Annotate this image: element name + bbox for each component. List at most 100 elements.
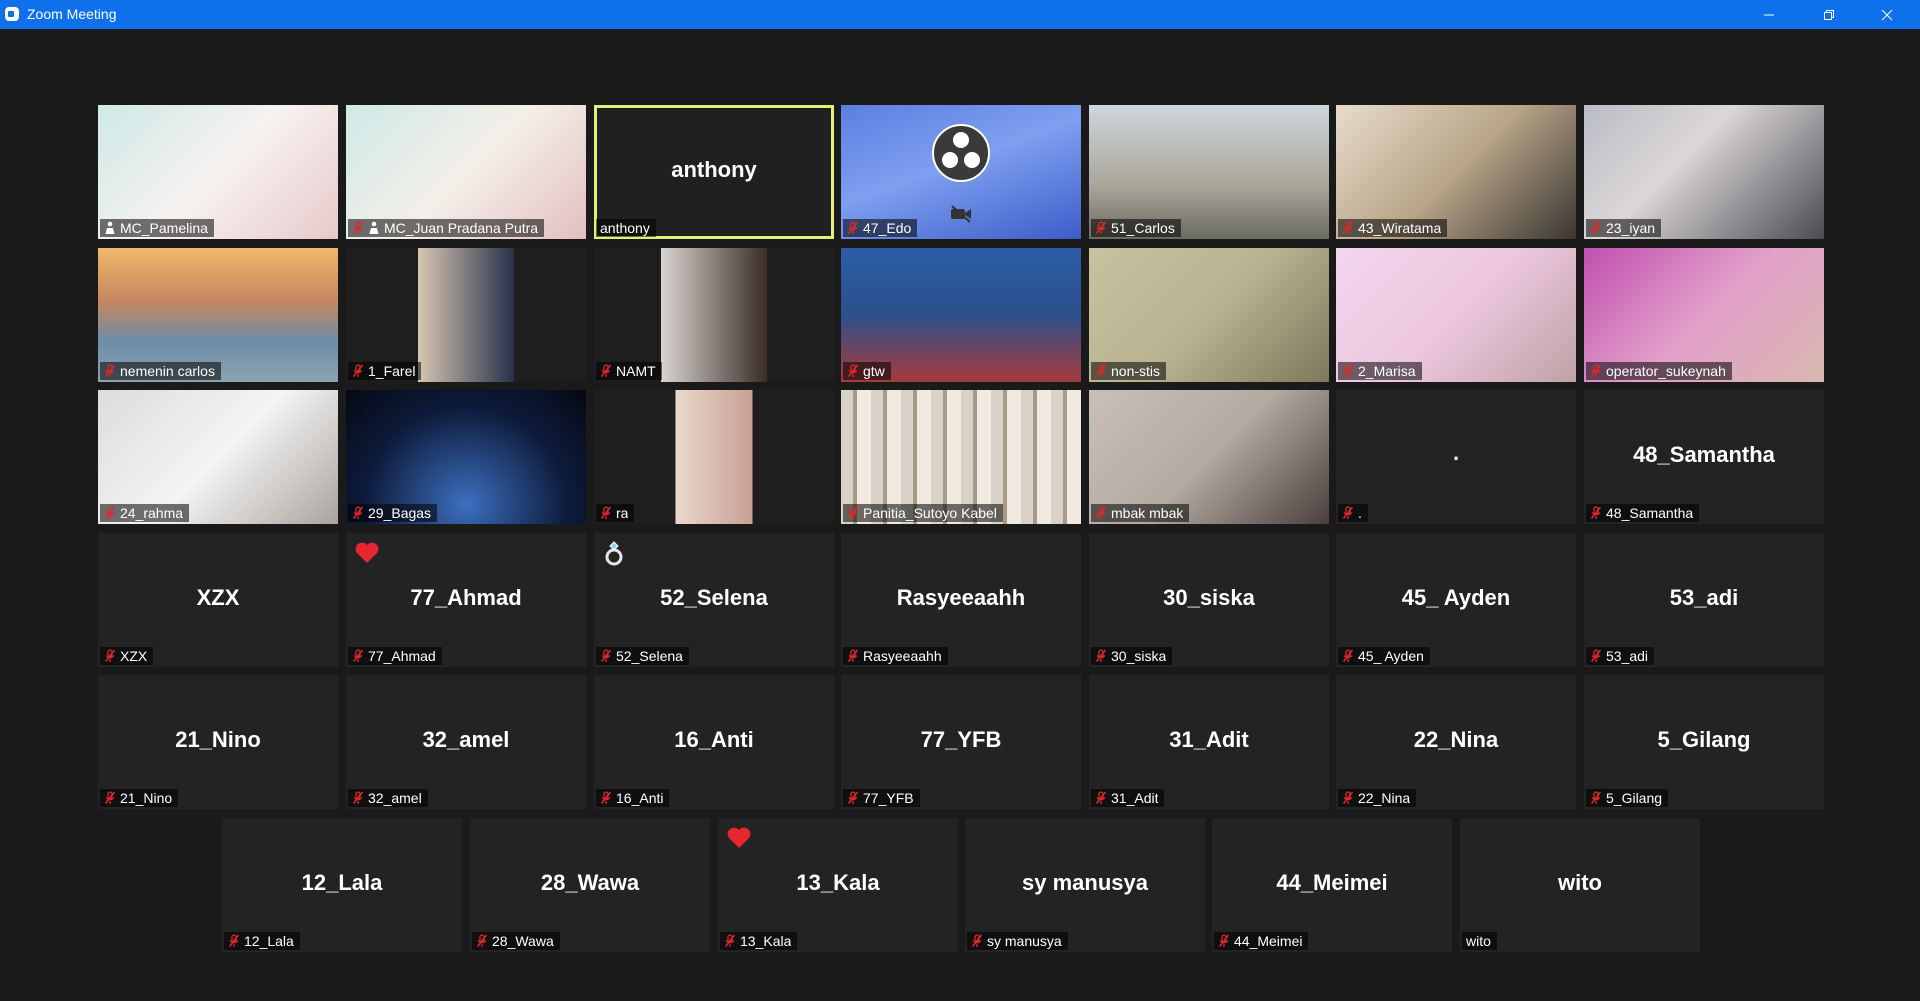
participant-display-name: 31_Adit <box>1169 727 1249 752</box>
participant-display-name: 22_Nina <box>1413 727 1499 752</box>
participant-tile[interactable]: 43_Wiratama <box>1336 105 1576 239</box>
participant-tile[interactable]: 45_ Ayden 45_ Ayden <box>1336 533 1576 667</box>
participant-name: 5_Gilang <box>1606 790 1663 806</box>
participant-tile[interactable]: 44_Meimei 44_Meimei <box>1212 818 1452 952</box>
participant-display-name: 5_Gilang <box>1657 727 1751 752</box>
muted-mic-icon <box>104 791 116 804</box>
participant-tile[interactable]: anthony anthony <box>594 105 834 239</box>
muted-mic-icon <box>1342 649 1354 662</box>
participant-display-name: 53_adi <box>1669 585 1739 610</box>
participant-name: 47_Edo <box>863 220 912 236</box>
muted-mic-icon <box>847 364 859 377</box>
participant-tile[interactable]: XZX XZX <box>98 533 338 667</box>
participant-tile[interactable]: 31_Adit 31_Adit <box>1089 675 1329 809</box>
spotlight-person-icon <box>369 221 379 234</box>
participant-name: anthony <box>600 220 650 236</box>
participant-name-bar: 23_iyan <box>1586 219 1662 237</box>
participant-tile[interactable]: gtw <box>841 248 1081 382</box>
participant-tile[interactable]: 32_amel 32_amel <box>346 675 586 809</box>
participant-name: 29_Bagas <box>368 505 432 521</box>
muted-mic-icon <box>352 649 364 662</box>
heart-reaction-icon <box>726 826 752 854</box>
participant-tile[interactable]: 24_rahma <box>98 390 338 524</box>
muted-mic-icon <box>847 649 859 662</box>
muted-mic-icon <box>1342 364 1354 377</box>
participant-tile[interactable]: operator_sukeynah <box>1584 248 1824 382</box>
participant-name: 12_Lala <box>244 933 294 949</box>
participant-name-bar: 1_Farel <box>348 362 422 380</box>
muted-mic-icon <box>600 364 612 377</box>
participant-name: operator_sukeynah <box>1606 363 1726 379</box>
participant-tile[interactable]: 22_Nina 22_Nina <box>1336 675 1576 809</box>
participant-name: XZX <box>120 648 148 664</box>
participant-name: 21_Nino <box>120 790 173 806</box>
participant-tile[interactable]: MC_Pamelina <box>98 105 338 239</box>
participant-tile[interactable]: Rasyeeaahh Rasyeeaahh <box>841 533 1081 667</box>
participant-tile[interactable]: 29_Bagas <box>346 390 586 524</box>
participant-tile[interactable]: 23_iyan <box>1584 105 1824 239</box>
participant-display-name: 45_ Ayden <box>1401 585 1511 610</box>
participant-tile[interactable]: 28_Wawa 28_Wawa <box>470 818 710 952</box>
participant-tile[interactable]: 1_Farel <box>346 248 586 382</box>
participant-name: 23_iyan <box>1606 220 1656 236</box>
participant-name-bar: 77_Ahmad <box>348 647 442 665</box>
participant-name-bar: 16_Anti <box>596 789 670 807</box>
participant-name: 53_adi <box>1606 648 1649 664</box>
participant-tile[interactable]: 16_Anti 16_Anti <box>594 675 834 809</box>
participant-tile[interactable]: 13_Kala 13_Kala <box>718 818 958 952</box>
participant-tile[interactable]: MC_Juan Pradana Putra <box>346 105 586 239</box>
muted-mic-icon <box>847 506 859 519</box>
participant-tile[interactable]: 77_YFB 77_YFB <box>841 675 1081 809</box>
spotlight-person-icon <box>105 221 115 234</box>
participant-tile[interactable]: 2_Marisa <box>1336 248 1576 382</box>
participant-tile[interactable]: 48_Samantha 48_Samantha <box>1584 390 1824 524</box>
participant-tile[interactable]: sy manusya sy manusya <box>965 818 1205 952</box>
participant-name-bar: operator_sukeynah <box>1586 362 1732 380</box>
participant-name-bar: gtw <box>843 362 891 380</box>
participant-tile[interactable]: 5_Gilang 5_Gilang <box>1584 675 1824 809</box>
participant-tile[interactable]: Panitia_Sutoyo Kabel <box>841 390 1081 524</box>
participant-name: 16_Anti <box>616 790 664 806</box>
participant-name: Panitia_Sutoyo Kabel <box>863 505 997 521</box>
participant-name-bar: sy manusya <box>967 932 1068 950</box>
muted-mic-icon <box>1590 364 1602 377</box>
participant-tile[interactable]: NAMT <box>594 248 834 382</box>
participant-name-bar: nemenin carlos <box>100 362 221 380</box>
participant-tile[interactable]: nemenin carlos <box>98 248 338 382</box>
participant-name: nemenin carlos <box>120 363 215 379</box>
participant-name-bar: 30_siska <box>1091 647 1173 665</box>
participant-tile[interactable]: 21_Nino 21_Nino <box>98 675 338 809</box>
participant-display-name: XZX <box>196 585 240 610</box>
muted-mic-icon <box>1590 221 1602 234</box>
participant-name: 48_Samantha <box>1606 505 1694 521</box>
participant-tile[interactable]: .. <box>1336 390 1576 524</box>
muted-mic-icon <box>600 649 612 662</box>
participant-tile[interactable]: 77_Ahmad 77_Ahmad <box>346 533 586 667</box>
participant-name-bar: 31_Adit <box>1091 789 1165 807</box>
participant-tile[interactable]: non-stis <box>1089 248 1329 382</box>
participant-tile[interactable]: mbak mbak <box>1089 390 1329 524</box>
participant-name-bar: 28_Wawa <box>472 932 560 950</box>
participant-tile[interactable]: 12_Lala 12_Lala <box>222 818 462 952</box>
participant-tile[interactable]: 52_Selena 52_Selena <box>594 533 834 667</box>
participant-name: MC_Juan Pradana Putra <box>384 220 539 236</box>
participant-display-name: 16_Anti <box>674 727 754 752</box>
participant-tile[interactable]: 53_adi 53_adi <box>1584 533 1824 667</box>
participant-tile[interactable]: 30_siska 30_siska <box>1089 533 1329 667</box>
participant-name: 28_Wawa <box>492 933 554 949</box>
participant-name: mbak mbak <box>1111 505 1184 521</box>
participant-name-bar: 22_Nina <box>1338 789 1417 807</box>
participant-tile[interactable]: wito wito <box>1460 818 1700 952</box>
participant-name-bar: XZX <box>100 647 154 665</box>
participant-display-name: 30_siska <box>1163 585 1255 610</box>
participant-name-bar: Panitia_Sutoyo Kabel <box>843 504 1003 522</box>
muted-mic-icon <box>1590 649 1602 662</box>
participant-tile[interactable]: 51_Carlos <box>1089 105 1329 239</box>
participant-name: NAMT <box>616 363 656 379</box>
participant-name-bar: 29_Bagas <box>348 504 438 522</box>
participant-name: 22_Nina <box>1358 790 1411 806</box>
participant-tile[interactable]: ra <box>594 390 834 524</box>
muted-mic-icon <box>1590 506 1602 519</box>
participant-tile[interactable]: 47_Edo <box>841 105 1081 239</box>
participant-name: 2_Marisa <box>1358 363 1416 379</box>
